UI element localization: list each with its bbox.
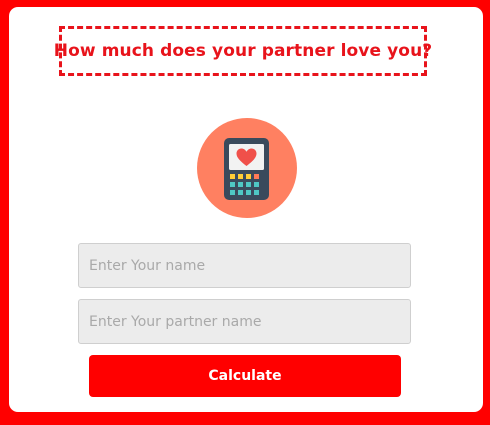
logo-circle [197, 118, 297, 218]
calculator-heart-icon [224, 138, 269, 200]
partner-name-input[interactable] [78, 299, 411, 344]
your-name-input[interactable] [78, 243, 411, 288]
calculate-button[interactable]: Calculate [89, 355, 401, 397]
page-title: How much does your partner love you? [53, 41, 433, 61]
calculator-card: How much does your partner love you? Ent… [9, 7, 483, 412]
title-box: How much does your partner love you? [54, 26, 432, 76]
